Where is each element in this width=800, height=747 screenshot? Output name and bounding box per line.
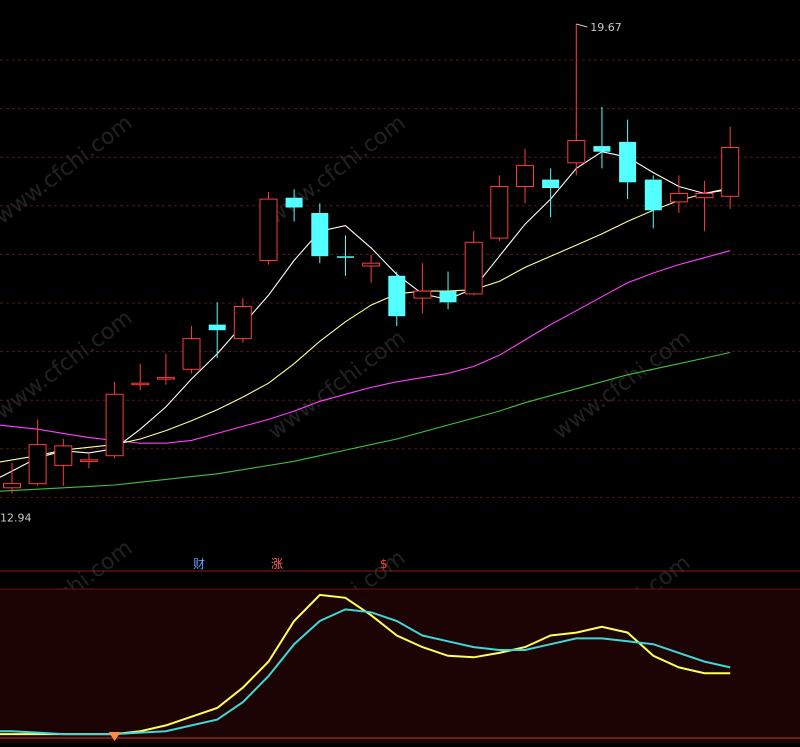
- event-marker-dollar[interactable]: $: [380, 557, 388, 571]
- candle-body: [721, 147, 740, 197]
- indicator-panel: [0, 589, 800, 743]
- candle-body: [619, 141, 637, 183]
- candle-body: [28, 444, 47, 485]
- candle-body: [388, 275, 406, 317]
- candle-body: [156, 377, 175, 380]
- candle-body: [182, 338, 201, 370]
- candle-body: [439, 291, 457, 303]
- candle-body: [362, 262, 381, 267]
- candle-body: [79, 459, 98, 462]
- candle-body: [336, 256, 354, 258]
- candle-body: [208, 324, 226, 331]
- candle-body: [105, 393, 124, 457]
- candle: [259, 192, 278, 265]
- candle-body: [413, 290, 432, 299]
- candle-body: [259, 198, 278, 262]
- candle-body: [464, 241, 483, 295]
- event-marker-rise[interactable]: 涨: [271, 556, 283, 571]
- candle-body: [490, 186, 509, 239]
- candle-body: [669, 193, 688, 203]
- candle-body: [516, 165, 534, 188]
- candle-body: [131, 382, 150, 386]
- stock-chart-window: www.cfchi.com www.cfchi.com www.cfchi.co…: [0, 0, 800, 743]
- low-price-label: 12.94: [0, 511, 32, 524]
- candle-body: [644, 179, 662, 211]
- candle-body: [311, 213, 329, 257]
- candle-body: [54, 445, 73, 466]
- candle-body: [542, 179, 560, 188]
- event-marker-finance[interactable]: 财: [193, 557, 205, 571]
- candle-body: [3, 483, 21, 489]
- high-price-label: 19.67: [590, 21, 622, 34]
- candle-body: [285, 197, 303, 208]
- candle-body: [567, 140, 586, 164]
- stock-chart[interactable]: www.cfchi.com www.cfchi.com www.cfchi.co…: [0, 0, 800, 743]
- candle-body: [593, 146, 611, 152]
- candle-body: [695, 193, 714, 199]
- candle-body: [233, 306, 252, 340]
